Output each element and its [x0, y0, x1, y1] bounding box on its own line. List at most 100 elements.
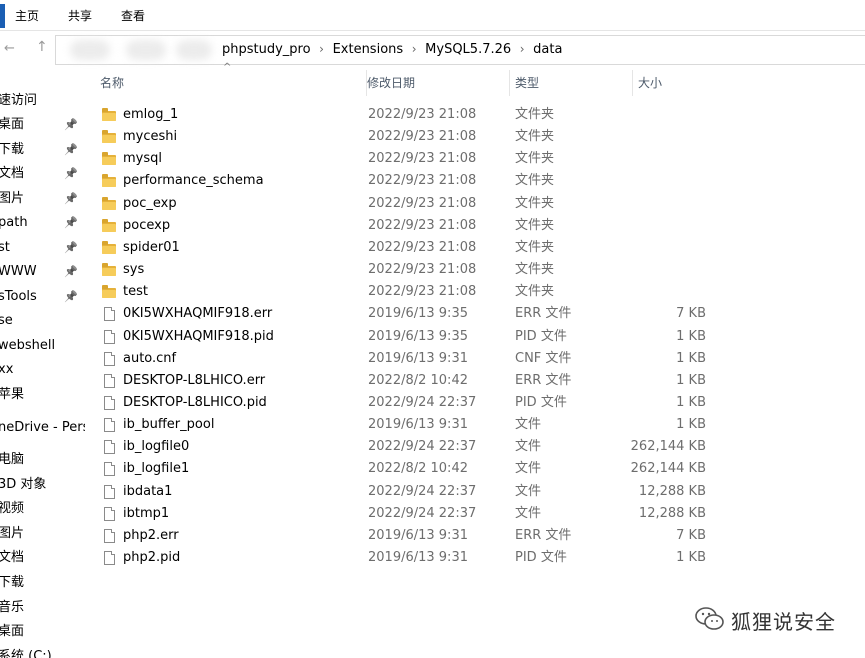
nav-item[interactable]: neDrive - Pers	[0, 417, 85, 439]
file-row[interactable]: ibdata1 2022/9/24 22:37 文件 12,288 KB	[100, 481, 720, 503]
file-date: 2019/6/13 9:31	[368, 350, 468, 366]
file-row[interactable]: DESKTOP-L8LHICO.pid 2022/9/24 22:37 PID 文件…	[100, 392, 720, 414]
pin-icon[interactable]: 📌	[64, 286, 78, 308]
nav-item[interactable]: 图片	[0, 523, 83, 545]
pin-icon[interactable]: 📌	[64, 237, 78, 259]
file-row[interactable]: ib_buffer_pool 2019/6/13 9:31 文件 1 KB	[100, 414, 720, 436]
file-date: 2019/6/13 9:35	[368, 306, 468, 322]
file-row[interactable]: 0KI5WXHAQMIF918.pid 2019/6/13 9:35 PID 文件 1…	[100, 326, 720, 348]
column-header-name[interactable]: 名称	[95, 70, 367, 96]
file-size: 12,288 KB	[638, 483, 706, 499]
nav-item-label: sTools	[0, 289, 37, 304]
file-row[interactable]: spider01 2022/9/23 21:08 文件夹	[100, 237, 720, 259]
nav-item[interactable]: WWW 📌	[0, 261, 83, 283]
nav-item-label: 文档	[0, 550, 25, 565]
pin-icon[interactable]: 📌	[64, 163, 78, 185]
tab-view[interactable]: 查看	[121, 7, 145, 24]
nav-item[interactable]: 苹果	[0, 384, 83, 406]
chevron-right-icon[interactable]: ›	[403, 42, 425, 56]
file-row[interactable]: emlog_1 2022/9/23 21:08 文件夹	[100, 104, 720, 126]
file-row[interactable]: poc_exp 2022/9/23 21:08 文件夹	[100, 193, 720, 215]
file-name: performance_schema	[123, 173, 264, 189]
up-arrow-icon[interactable]: ↑	[36, 39, 48, 55]
file-row[interactable]: ibtmp1 2022/9/24 22:37 文件 12,288 KB	[100, 503, 720, 525]
breadcrumb-item[interactable]: MySQL5.7.26	[425, 42, 511, 57]
pin-icon[interactable]: 📌	[64, 261, 78, 283]
breadcrumb-item[interactable]: Extensions	[333, 42, 404, 57]
nav-item[interactable]: sTools 📌	[0, 286, 83, 308]
nav-item[interactable]: 3D 对象	[0, 474, 83, 496]
pin-icon[interactable]: 📌	[64, 212, 78, 234]
file-type: CNF 文件	[515, 350, 572, 366]
nav-item[interactable]: 视频	[0, 498, 83, 520]
file-row[interactable]: test 2022/9/23 21:08 文件夹	[100, 281, 720, 303]
file-row[interactable]: php2.err 2019/6/13 9:31 ERR 文件 7 KB	[100, 525, 720, 547]
nav-item[interactable]: 音乐	[0, 597, 83, 619]
nav-item[interactable]: se	[0, 310, 83, 332]
nav-item[interactable]: webshell	[0, 335, 83, 357]
nav-item[interactable]: 桌面	[0, 621, 83, 643]
address-row: ← ↑ phpstudy_pro › Extensions › MySQL5.7.26 ›…	[0, 31, 865, 67]
ribbon-file-tab-edge[interactable]	[0, 4, 5, 28]
column-header-type[interactable]: 类型	[509, 70, 633, 96]
file-type: 文件	[515, 505, 542, 521]
file-type: 文件夹	[515, 129, 555, 145]
nav-item[interactable]: 文档	[0, 547, 83, 569]
file-size: 7 KB	[676, 306, 706, 322]
nav-item[interactable]: 速访问	[0, 90, 83, 112]
file-type: PID 文件	[515, 550, 567, 565]
file-name: ibtmp1	[123, 505, 170, 521]
file-row[interactable]: myceshi 2022/9/23 21:08 文件夹	[100, 126, 720, 148]
folder-icon	[102, 218, 116, 232]
file-row[interactable]: DESKTOP-L8LHICO.err 2022/8/2 10:42 ERR 文件 1…	[100, 370, 720, 392]
pin-icon[interactable]: 📌	[64, 139, 78, 161]
file-icon	[104, 551, 115, 565]
file-row[interactable]: ib_logfile1 2022/8/2 10:42 文件 262,144 KB	[100, 458, 720, 480]
file-name: ib_logfile1	[123, 461, 190, 477]
breadcrumb: phpstudy_pro › Extensions › MySQL5.7.26 › data	[222, 42, 562, 57]
file-row[interactable]: php2.pid 2019/6/13 9:31 PID 文件 1 KB	[100, 547, 720, 569]
breadcrumb-item[interactable]: phpstudy_pro	[222, 42, 311, 57]
file-row[interactable]: 0KI5WXHAQMIF918.err 2019/6/13 9:35 ERR 文件 7…	[100, 303, 720, 325]
nav-item-label: 3D 对象	[0, 477, 47, 492]
nav-item[interactable]: xx	[0, 359, 83, 381]
file-row[interactable]: auto.cnf 2019/6/13 9:31 CNF 文件 1 KB	[100, 348, 720, 370]
nav-item[interactable]: 电脑	[0, 449, 83, 471]
pin-icon[interactable]: 📌	[64, 114, 78, 136]
file-size: 1 KB	[676, 328, 706, 344]
nav-item[interactable]: st 📌	[0, 237, 83, 259]
folder-icon	[102, 263, 116, 277]
file-row[interactable]: ib_logfile0 2022/9/24 22:37 文件 262,144 KB	[100, 436, 720, 458]
breadcrumb-item[interactable]: data	[533, 42, 562, 57]
tab-home[interactable]: 主页	[15, 7, 39, 24]
file-row[interactable]: mysql 2022/9/23 21:08 文件夹	[100, 148, 720, 170]
nav-item[interactable]: 图片 📌	[0, 188, 83, 210]
nav-item[interactable]: 桌面 📌	[0, 114, 83, 136]
file-name: emlog_1	[123, 107, 179, 122]
file-row[interactable]: pocexp 2022/9/23 21:08 文件夹	[100, 215, 720, 237]
file-row[interactable]: sys 2022/9/23 21:08 文件夹	[100, 259, 720, 281]
nav-item[interactable]: 文档 📌	[0, 163, 83, 185]
pin-icon[interactable]: 📌	[64, 188, 78, 210]
column-header-date[interactable]: 修改日期	[361, 70, 510, 96]
chevron-right-icon[interactable]: ›	[511, 42, 533, 56]
nav-item[interactable]: 下载 📌	[0, 139, 83, 161]
chevron-right-icon[interactable]: ›	[311, 42, 333, 56]
file-name: ib_logfile0	[123, 439, 190, 455]
address-bar[interactable]: phpstudy_pro › Extensions › MySQL5.7.26 › data	[55, 35, 865, 65]
file-icon	[104, 484, 115, 499]
file-date: 2019/6/13 9:35	[368, 328, 468, 344]
file-name: sys	[123, 262, 145, 278]
nav-item-label: 下载	[0, 142, 25, 157]
file-row[interactable]: performance_schema 2022/9/23 21:08 文件夹	[100, 170, 720, 192]
tab-share[interactable]: 共享	[68, 7, 92, 24]
nav-item[interactable]: 系统 (C:)	[0, 646, 83, 658]
back-arrow-icon[interactable]: ←	[4, 41, 15, 56]
nav-item-label: 苹果	[0, 387, 25, 402]
nav-item[interactable]: 下载	[0, 572, 83, 594]
folder-icon	[102, 152, 116, 166]
column-header-size[interactable]: 大小	[632, 70, 733, 96]
file-size: 7 KB	[676, 527, 706, 543]
file-icon	[104, 329, 115, 344]
nav-item[interactable]: path 📌	[0, 212, 83, 234]
